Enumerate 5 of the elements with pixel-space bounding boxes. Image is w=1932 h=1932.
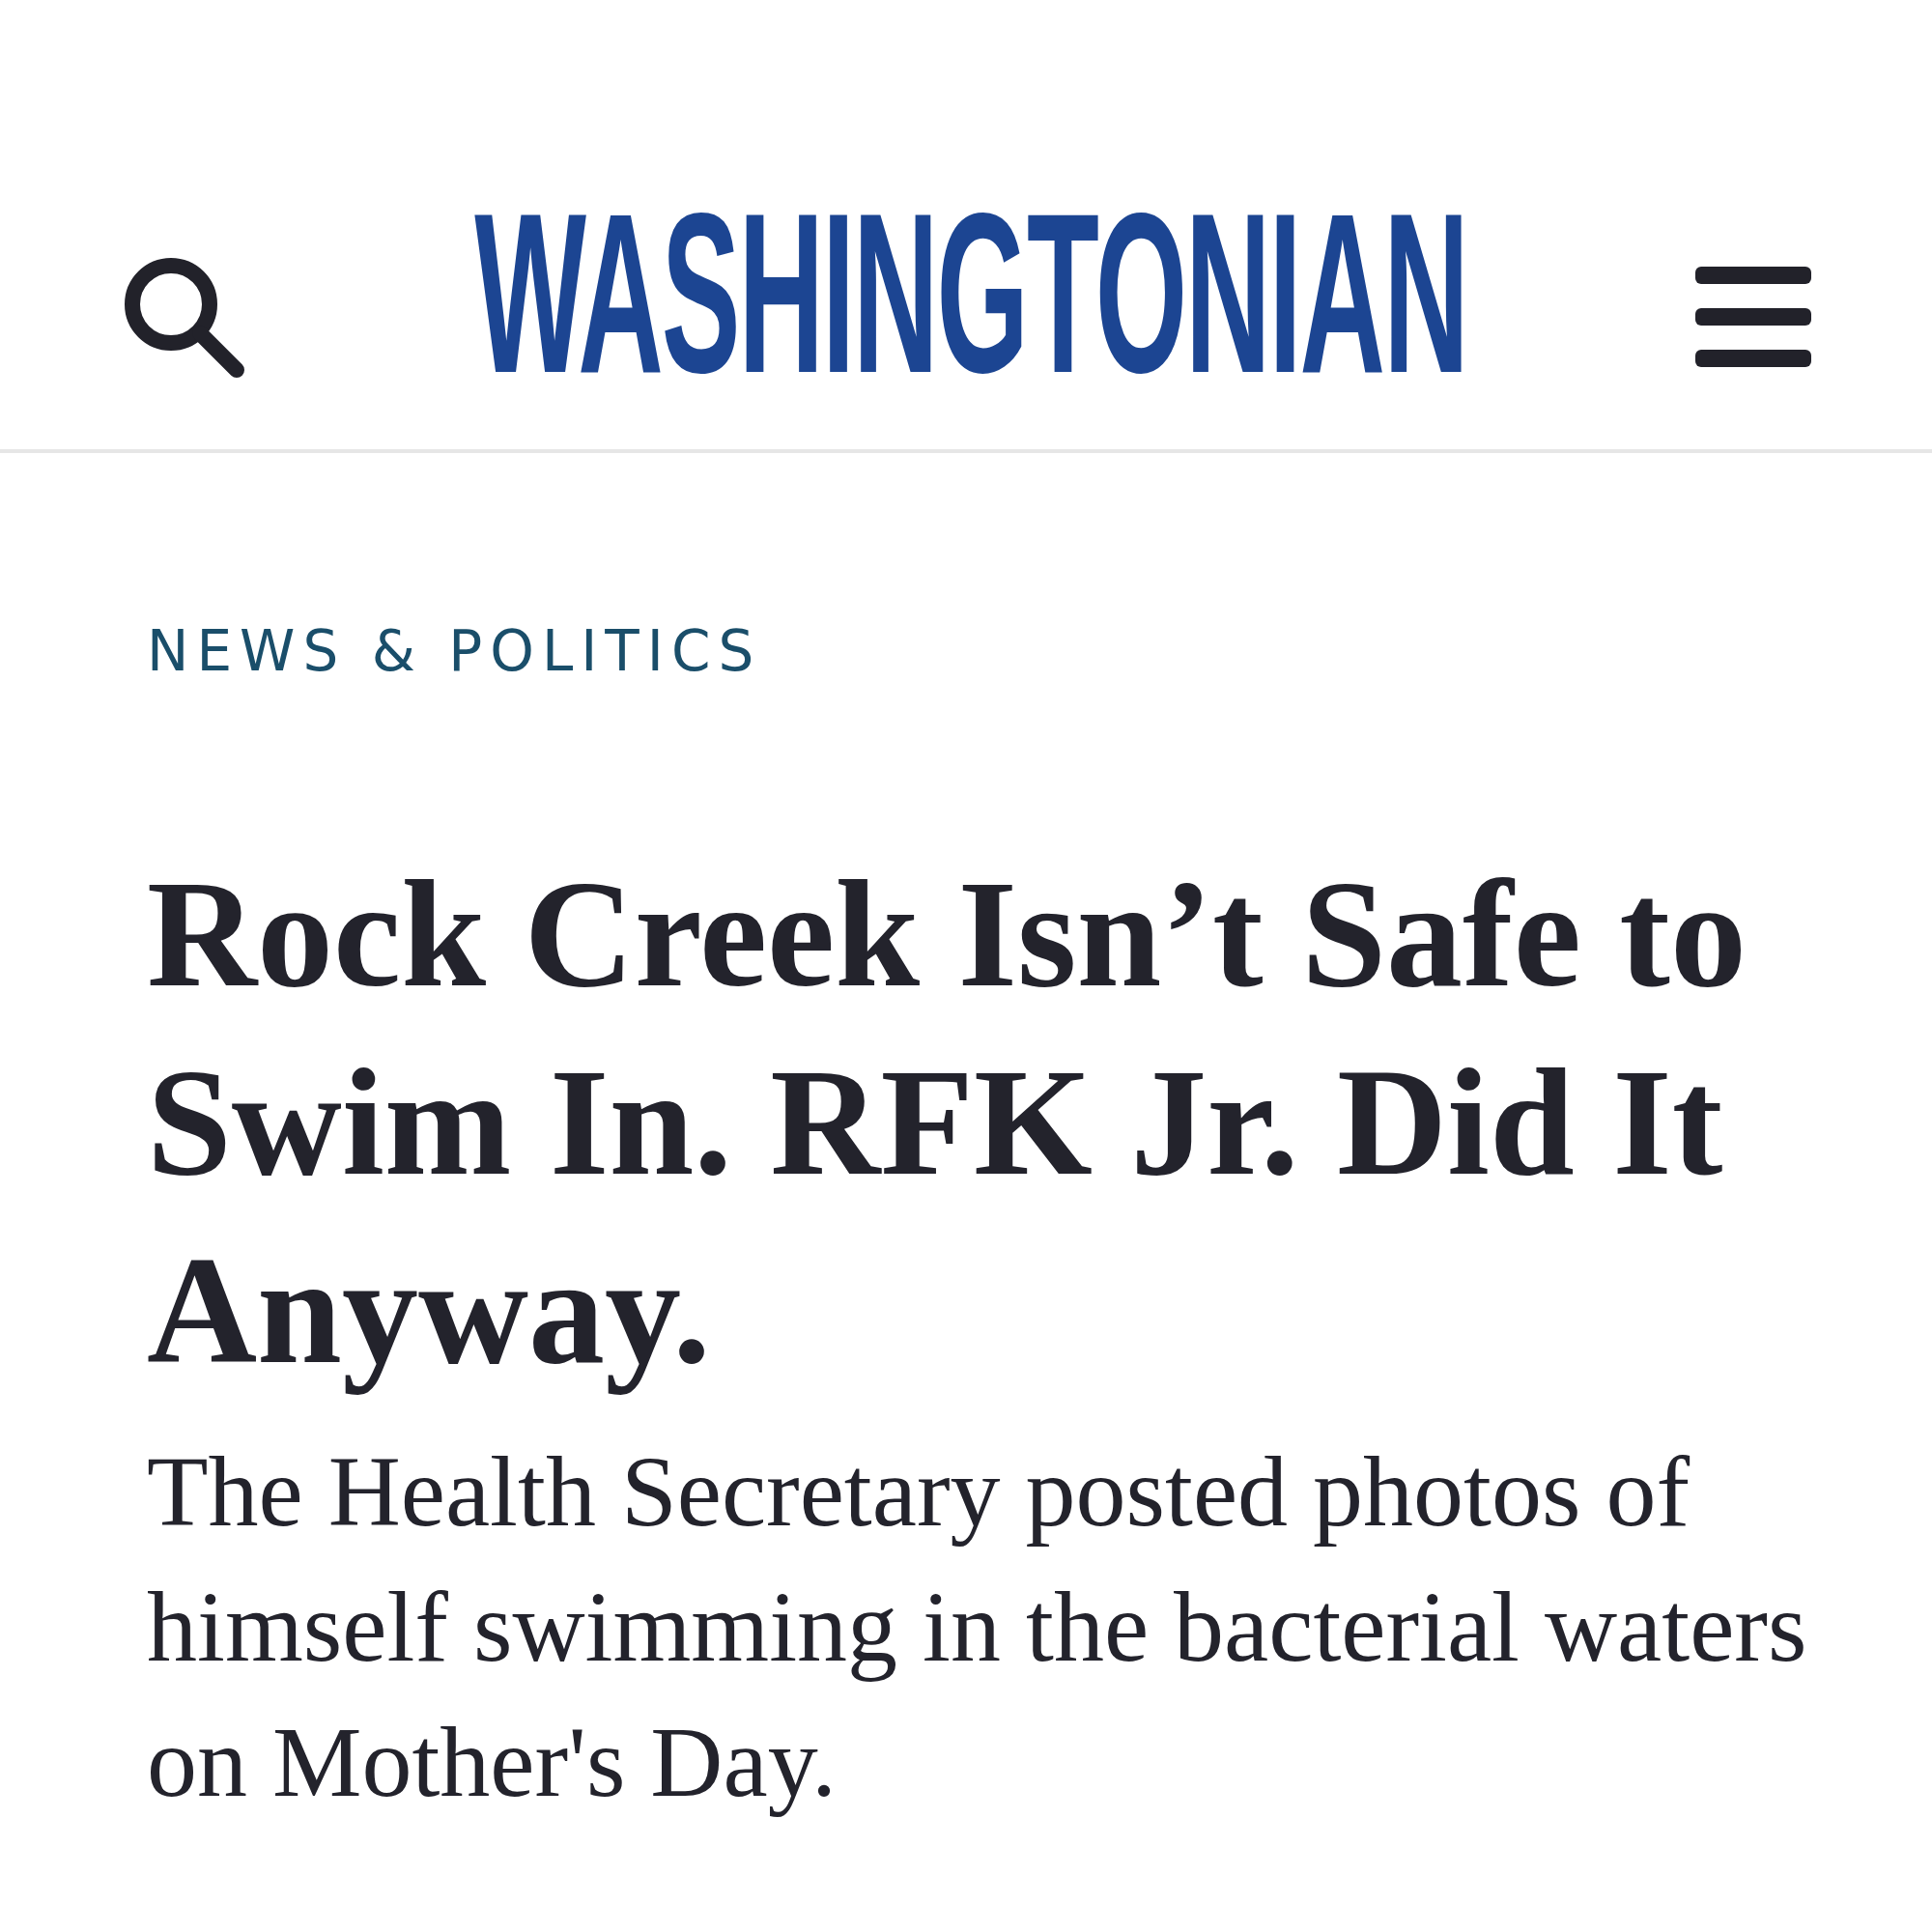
category-link[interactable]: NEWS & POLITICS <box>147 617 1816 685</box>
article-subtitle: The Health Secretary posted photos of himself swimming in the bacterial waters on Mother's Day. <box>147 1435 1808 1819</box>
site-logo[interactable]: WASHINGTONIAN <box>474 205 1467 380</box>
headline: Rock Creek Isn’t Safe to Swim In. RFK Jr. Did It Anyway. <box>147 848 1747 1397</box>
menu-icon[interactable] <box>1695 266 1811 367</box>
